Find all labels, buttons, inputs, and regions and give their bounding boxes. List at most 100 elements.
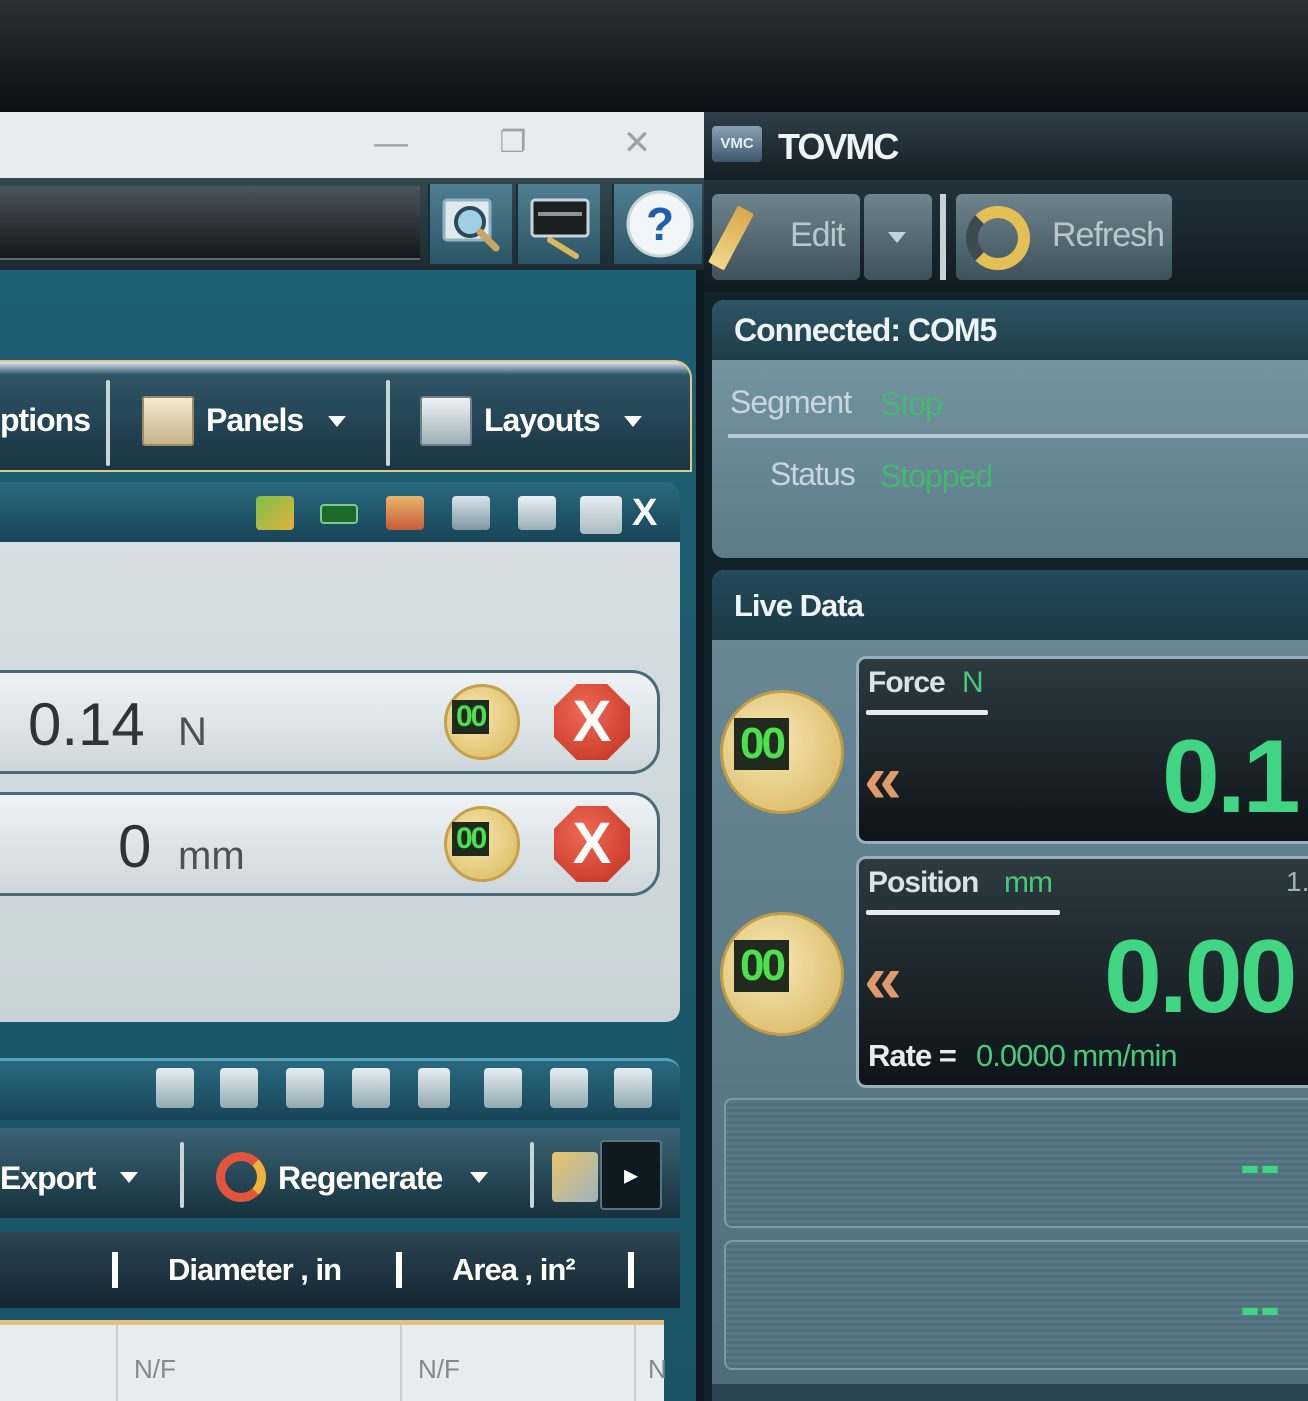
force-readout-unit: N xyxy=(178,710,207,754)
console-button[interactable] xyxy=(516,184,600,264)
window-icon[interactable] xyxy=(614,1068,652,1108)
column-divider xyxy=(112,1252,118,1288)
position-value: 0.00 xyxy=(1104,919,1297,1035)
ribbon-separator xyxy=(530,1142,534,1208)
stop-x-icon: X xyxy=(554,684,630,760)
rate-label: Rate = xyxy=(868,1038,957,1073)
table-icon[interactable] xyxy=(220,1068,258,1108)
position-readout-value: 0 xyxy=(118,813,152,880)
grid-line xyxy=(634,1325,636,1401)
force-label: Force xyxy=(868,666,946,699)
ribbon-separator xyxy=(386,380,390,466)
chevron-down-icon[interactable] xyxy=(470,1172,488,1183)
send-icon[interactable] xyxy=(484,1068,522,1108)
force-readout-value: 0.14 xyxy=(28,691,145,758)
zero-force-button[interactable]: 00 xyxy=(444,684,524,760)
panel-footer xyxy=(712,1384,1308,1401)
clear-force-button[interactable]: X xyxy=(554,684,630,760)
chevron-left-icon[interactable]: « xyxy=(864,740,902,818)
regenerate-button[interactable]: Regenerate xyxy=(278,1160,443,1197)
layouts-menu[interactable]: Layouts xyxy=(484,402,601,439)
live-data-title: Live Data xyxy=(734,588,864,623)
maximize-button[interactable]: ❐ xyxy=(488,122,538,164)
rate-value: 0.0000 mm/min xyxy=(976,1038,1178,1073)
force-underline xyxy=(866,710,988,715)
app-title: TOVMC xyxy=(778,126,899,167)
left-window-titlebar xyxy=(0,112,704,178)
chevron-left-icon[interactable]: « xyxy=(864,940,902,1018)
table-cell[interactable]: N/F xyxy=(418,1354,460,1385)
chevron-down-icon[interactable] xyxy=(120,1172,138,1183)
results-table xyxy=(0,1320,664,1401)
panels-menu[interactable]: Panels xyxy=(206,402,304,439)
grid-line xyxy=(400,1325,402,1401)
clear-results-icon[interactable] xyxy=(552,1152,598,1202)
help-button[interactable]: ? xyxy=(612,184,702,264)
close-button[interactable]: ✕ xyxy=(612,122,662,164)
column-divider xyxy=(628,1252,634,1288)
numeric-display-icon[interactable] xyxy=(320,504,358,524)
clear-position-button[interactable]: X xyxy=(554,806,630,882)
edit-button-label: Edit xyxy=(790,216,846,254)
copy-icon[interactable] xyxy=(352,1068,390,1108)
zero-position-live-button[interactable]: 00 xyxy=(720,912,850,1036)
column-header-diameter[interactable]: Diameter , in xyxy=(168,1252,342,1288)
export-chart-icon[interactable] xyxy=(386,496,424,530)
zero-force-live-button[interactable]: 00 xyxy=(720,690,850,814)
status-label: Status xyxy=(770,456,856,492)
ribbon-separator xyxy=(180,1142,184,1208)
chevron-down-icon[interactable] xyxy=(328,416,346,427)
chevron-down-icon xyxy=(888,232,906,243)
edit-icon[interactable] xyxy=(286,1068,324,1108)
magnifier-icon xyxy=(442,198,500,252)
zero-icon-label: 00 xyxy=(734,718,789,770)
zero-icon-label: 00 xyxy=(452,700,490,734)
panels-icon xyxy=(142,396,194,446)
empty-channel-1 xyxy=(724,1098,1308,1228)
position-readout-unit: mm xyxy=(178,834,245,878)
layouts-icon xyxy=(420,396,472,446)
document-icon[interactable] xyxy=(418,1068,450,1108)
divider xyxy=(728,434,1308,438)
settings-panel-icon[interactable] xyxy=(518,496,556,530)
export-menu[interactable]: Export xyxy=(0,1160,96,1197)
position-corner-label: 1. xyxy=(1286,866,1308,897)
table-cell[interactable]: N/F xyxy=(134,1354,176,1385)
zero-icon-label: 00 xyxy=(734,940,789,992)
position-label: Position xyxy=(868,866,979,899)
ribbon-separator xyxy=(106,380,110,466)
help-icon: ? xyxy=(626,190,694,258)
edit-panel-icon[interactable] xyxy=(452,496,490,530)
zero-position-button[interactable]: 00 xyxy=(444,806,524,882)
monitor-bezel xyxy=(0,0,1308,112)
chevron-down-icon[interactable] xyxy=(624,416,642,427)
readout-panel-body xyxy=(0,542,680,1022)
refresh-button-label: Refresh xyxy=(1052,216,1165,254)
zero-icon-label: 00 xyxy=(452,822,490,856)
empty-channel-2 xyxy=(724,1240,1308,1370)
address-field[interactable] xyxy=(0,186,420,260)
search-button[interactable] xyxy=(428,184,512,264)
position-unit: mm xyxy=(1004,866,1053,899)
regenerate-icon xyxy=(216,1152,266,1202)
svg-text:?: ? xyxy=(646,198,674,250)
segment-value: Stop xyxy=(880,386,943,422)
ribbon-overflow-button[interactable]: ▸ xyxy=(600,1140,662,1210)
close-panel-button[interactable]: X xyxy=(632,492,657,535)
table-cell[interactable]: N xyxy=(648,1354,667,1385)
checklist-icon[interactable] xyxy=(256,496,294,530)
app-logo-icon: VMC xyxy=(712,126,762,162)
empty-channel-2-value: -- xyxy=(1240,1273,1280,1340)
refresh-icon xyxy=(966,206,1030,270)
report-icon[interactable] xyxy=(156,1068,194,1108)
minimize-button[interactable]: — xyxy=(366,122,416,164)
options-menu[interactable]: ptions xyxy=(0,402,91,439)
maximize-panel-icon[interactable] xyxy=(580,496,622,534)
column-header-area[interactable]: Area , in² xyxy=(452,1252,576,1288)
column-divider xyxy=(396,1252,402,1288)
terminal-icon xyxy=(530,198,590,259)
graph-icon[interactable] xyxy=(550,1068,588,1108)
force-value: 0.1 xyxy=(1162,719,1301,835)
segment-label: Segment xyxy=(730,384,852,420)
empty-channel-1-value: -- xyxy=(1240,1131,1280,1198)
